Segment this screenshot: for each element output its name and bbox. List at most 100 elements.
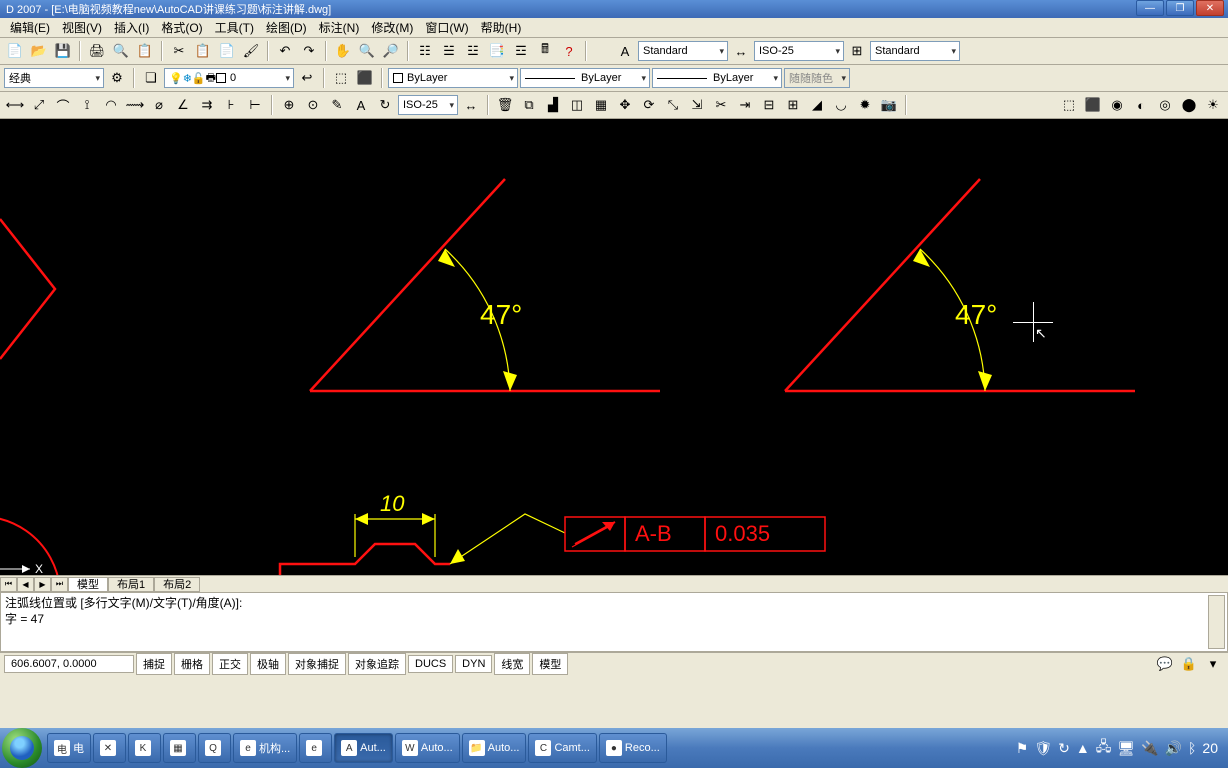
dim-ord-icon[interactable]: ⟟ (76, 94, 98, 116)
dim-jog-icon[interactable]: ⟿ (124, 94, 146, 116)
task-item-3[interactable]: ▦ (163, 733, 196, 763)
match-icon[interactable]: 🖌 (240, 40, 262, 62)
close-button[interactable]: ✕ (1196, 0, 1224, 16)
menu-modify[interactable]: 修改(M) (365, 17, 419, 38)
toggle-ducs[interactable]: DUCS (408, 655, 453, 673)
mirror-icon[interactable]: ▟ (542, 94, 564, 116)
dim-arc-icon[interactable]: ⌒ (52, 94, 74, 116)
move-icon[interactable]: ✥ (614, 94, 636, 116)
dim-cont-icon[interactable]: ⊢ (244, 94, 266, 116)
textstyle-icon[interactable]: A (614, 40, 636, 62)
ws-settings-icon[interactable]: ⚙ (106, 67, 128, 89)
preview-icon[interactable]: 🔍 (110, 40, 132, 62)
menu-window[interactable]: 窗口(W) (419, 17, 474, 38)
menu-tools[interactable]: 工具(T) (209, 17, 260, 38)
tray-sync-icon[interactable]: ↻ (1058, 740, 1070, 757)
color-dropdown[interactable]: ByLayer (388, 68, 518, 88)
block-icon[interactable]: ⬚ (330, 67, 352, 89)
tray-shield-icon[interactable]: 🛡 (1034, 740, 1052, 757)
start-button[interactable] (2, 728, 42, 768)
task-item-7[interactable]: AAut... (334, 733, 393, 763)
zoom-prev-icon[interactable]: 🔎 (380, 40, 402, 62)
3dview-icon[interactable]: ⬛ (1082, 94, 1104, 116)
copy2-icon[interactable]: ⧉ (518, 94, 540, 116)
props-icon[interactable]: ☷ (414, 40, 436, 62)
tool-pal-icon[interactable]: ☳ (462, 40, 484, 62)
zoom-icon[interactable]: 🔍 (356, 40, 378, 62)
markup-icon[interactable]: ☲ (510, 40, 532, 62)
layer-prev-icon[interactable]: ↩ (296, 67, 318, 89)
layer-dropdown[interactable]: 💡❄🔓🖶 0 (164, 68, 294, 88)
dim-angle-icon[interactable]: ∠ (172, 94, 194, 116)
task-item-1[interactable]: ✕ (93, 733, 126, 763)
ucs-icon[interactable]: ⬚ (1058, 94, 1080, 116)
tray-clock[interactable]: 20 (1202, 740, 1218, 756)
chamfer-icon[interactable]: ◢ (806, 94, 828, 116)
undo-icon[interactable]: ↶ (274, 40, 296, 62)
dimstyle-icon[interactable]: ↔ (730, 40, 752, 62)
tab-model[interactable]: 模型 (68, 577, 108, 592)
tray-vol-icon[interactable]: 🔊 (1165, 740, 1182, 757)
task-item-8[interactable]: WAuto... (395, 733, 460, 763)
status-tray-icon[interactable]: ▾ (1202, 653, 1224, 675)
task-item-11[interactable]: ●Reco... (599, 733, 667, 763)
pan-icon[interactable]: ✋ (332, 40, 354, 62)
render-icon[interactable]: ◎ (1154, 94, 1176, 116)
save-icon[interactable]: 💾 (52, 40, 74, 62)
join-icon[interactable]: ⊞ (782, 94, 804, 116)
tray-bt-icon[interactable]: ᛒ (1188, 740, 1196, 756)
status-lock-icon[interactable]: 🔒 (1178, 653, 1200, 675)
publish-icon[interactable]: 📋 (134, 40, 156, 62)
stretch-icon[interactable]: ⇲ (686, 94, 708, 116)
toggle-grid[interactable]: 栅格 (174, 653, 210, 675)
dimstyle-tb-dropdown[interactable]: ISO-25 (398, 95, 458, 115)
tray-display-icon[interactable]: 🖥 (1117, 740, 1135, 757)
toggle-model[interactable]: 模型 (532, 653, 568, 675)
task-item-9[interactable]: 📁Auto... (462, 733, 527, 763)
menu-format[interactable]: 格式(O) (155, 17, 208, 38)
insert-icon[interactable]: ⬛ (354, 67, 376, 89)
matl-icon[interactable]: ⬤ (1178, 94, 1200, 116)
tray-flag-icon[interactable]: ⚑ (1016, 740, 1029, 757)
linetype-dropdown[interactable]: ByLayer (520, 68, 650, 88)
lineweight-dropdown[interactable]: ByLayer (652, 68, 782, 88)
trim-icon[interactable]: ✂ (710, 94, 732, 116)
coord-readout[interactable]: 606.6007, 0.0000 (4, 655, 134, 673)
menu-dim[interactable]: 标注(N) (313, 17, 366, 38)
task-item-2[interactable]: K (128, 733, 161, 763)
erase-icon[interactable]: 🗑 (494, 94, 516, 116)
toggle-osnap[interactable]: 对象捕捉 (288, 653, 346, 675)
tab-first-icon[interactable]: ⏮ (0, 577, 17, 592)
tray-up-icon[interactable]: ▲ (1076, 740, 1090, 756)
calc-icon[interactable]: 🖩 (534, 40, 556, 62)
task-item-4[interactable]: Q (198, 733, 231, 763)
tab-last-icon[interactable]: ⏭ (51, 577, 68, 592)
copy-icon[interactable]: 📋 (192, 40, 214, 62)
minimize-button[interactable]: — (1136, 0, 1164, 16)
dimstyle-mgr-icon[interactable]: ↔ (460, 94, 482, 116)
redo-icon[interactable]: ↷ (298, 40, 320, 62)
dim-radius-icon[interactable]: ◠ (100, 94, 122, 116)
layer-manager-icon[interactable]: ❏ (140, 67, 162, 89)
tablestyle-dropdown[interactable]: Standard (870, 41, 960, 61)
paste-icon[interactable]: 📄 (216, 40, 238, 62)
fillet-icon[interactable]: ◡ (830, 94, 852, 116)
break-icon[interactable]: ⊟ (758, 94, 780, 116)
dimstyle-dropdown[interactable]: ISO-25 (754, 41, 844, 61)
textstyle-dropdown[interactable]: Standard (638, 41, 728, 61)
dim-base-icon[interactable]: ⊦ (220, 94, 242, 116)
tab-next-icon[interactable]: ▶ (34, 577, 51, 592)
task-item-10[interactable]: CCamt... (528, 733, 596, 763)
menu-insert[interactable]: 插入(I) (108, 17, 155, 38)
cut-icon[interactable]: ✂ (168, 40, 190, 62)
dc-icon[interactable]: ☱ (438, 40, 460, 62)
drawing-canvas[interactable]: 47° 47° X 10 A-B 0.035 ↖ (0, 119, 1228, 592)
maximize-button[interactable]: ❐ (1166, 0, 1194, 16)
tab-layout2[interactable]: 布局2 (154, 577, 200, 592)
sheet-icon[interactable]: 📑 (486, 40, 508, 62)
tab-layout1[interactable]: 布局1 (108, 577, 154, 592)
array-icon[interactable]: ▦ (590, 94, 612, 116)
task-item-0[interactable]: 电电 (47, 733, 91, 763)
tray-power-icon[interactable]: 🔌 (1141, 740, 1158, 757)
open-icon[interactable]: 📂 (28, 40, 50, 62)
